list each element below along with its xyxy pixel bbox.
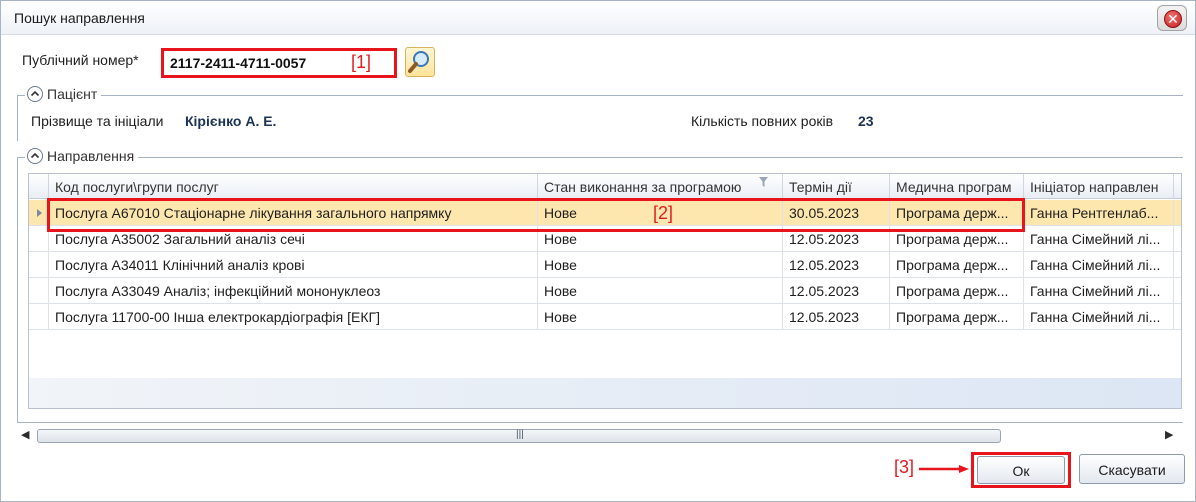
current-row-icon bbox=[37, 209, 42, 217]
cell-code: Послуга A33049 Аналіз; інфекційний монон… bbox=[49, 278, 538, 304]
cell-program: Програма держ... bbox=[890, 200, 1024, 226]
referrals-group-caption: Направлення bbox=[47, 148, 135, 164]
row-indicator[interactable] bbox=[29, 304, 49, 330]
title-bar: Пошук направлення ✕ bbox=[1, 1, 1195, 35]
header-indicator-cell bbox=[29, 174, 49, 199]
window-title: Пошук направлення bbox=[14, 10, 145, 26]
close-icon: ✕ bbox=[1164, 10, 1182, 28]
scroll-right-icon[interactable]: ▶ bbox=[1165, 428, 1173, 441]
cancel-button[interactable]: Скасувати bbox=[1079, 454, 1185, 484]
scroll-thumb[interactable]: ||| bbox=[37, 429, 1001, 443]
scroll-grip-icon: ||| bbox=[516, 429, 524, 440]
dialog-window: Пошук направлення ✕ Публічний номер* [1]… bbox=[0, 0, 1196, 502]
scroll-left-icon[interactable]: ◀ bbox=[21, 428, 29, 441]
referrals-group-border-bottom bbox=[17, 422, 1183, 423]
cell-code: Послуга A35002 Загальний аналіз сечі bbox=[49, 226, 538, 252]
row-indicator[interactable] bbox=[29, 278, 49, 304]
referrals-group-border-left bbox=[17, 157, 18, 423]
referrals-group-header[interactable]: Направлення bbox=[25, 148, 139, 164]
cell-status: Нове bbox=[538, 226, 783, 252]
horizontal-scrollbar[interactable]: ◀ ||| ▶ bbox=[19, 427, 1179, 445]
collapse-icon[interactable] bbox=[27, 148, 43, 164]
column-header-status-label: Стан виконання за програмою bbox=[544, 179, 742, 195]
cell-program: Програма держ... bbox=[890, 304, 1024, 330]
table-row[interactable]: Послуга A35002 Загальний аналіз сечі Нове… bbox=[29, 226, 1181, 252]
cell-initiator: Ганна Сімейний лі... bbox=[1024, 278, 1174, 304]
row-indicator[interactable] bbox=[29, 226, 49, 252]
column-header-valid[interactable]: Термін дії bbox=[783, 174, 890, 199]
cell-program: Програма держ... bbox=[890, 252, 1024, 278]
cell-code: Послуга A67010 Стаціонарне лікування заг… bbox=[49, 200, 538, 226]
annotation-marker-3: [3] bbox=[894, 457, 915, 477]
patient-group-caption: Пацієнт bbox=[47, 86, 98, 102]
row-indicator[interactable] bbox=[29, 200, 49, 226]
table-row[interactable]: Послуга A33049 Аналіз; інфекційний монон… bbox=[29, 278, 1181, 304]
cell-program: Програма держ... bbox=[890, 278, 1024, 304]
grid-header: Код послуги\групи послуг Стан виконання … bbox=[29, 174, 1181, 199]
patient-name-label: Прізвище та ініціали bbox=[31, 113, 164, 129]
cell-initiator: Ганна Сімейний лі... bbox=[1024, 304, 1174, 330]
cell-status: Нове bbox=[538, 252, 783, 278]
patient-age-label: Кількість повних років bbox=[691, 113, 834, 129]
cell-status: Нове bbox=[538, 304, 783, 330]
annotation-arrow-icon bbox=[919, 465, 969, 473]
grid-footer bbox=[29, 378, 1181, 408]
patient-group-border-left bbox=[17, 95, 18, 141]
table-row[interactable]: Послуга A34011 Клінічний аналіз крові Нов… bbox=[29, 252, 1181, 278]
collapse-icon[interactable] bbox=[27, 86, 43, 102]
cell-initiator: Ганна Рентгенлаб... bbox=[1024, 200, 1174, 226]
patient-age-value: 23 bbox=[858, 113, 874, 129]
table-row[interactable]: Послуга 11700-00 Інша електрокардіографі… bbox=[29, 304, 1181, 330]
row-indicator[interactable] bbox=[29, 252, 49, 278]
column-header-program[interactable]: Медична програм bbox=[890, 174, 1024, 199]
public-number-label: Публічний номер* bbox=[22, 52, 139, 68]
close-button[interactable]: ✕ bbox=[1157, 5, 1187, 31]
ok-button[interactable]: Ок bbox=[977, 456, 1065, 484]
column-header-status[interactable]: Стан виконання за програмою bbox=[538, 174, 783, 199]
filter-icon[interactable] bbox=[759, 177, 768, 188]
cell-valid: 12.05.2023 bbox=[783, 278, 890, 304]
column-header-code[interactable]: Код послуги\групи послуг bbox=[49, 174, 538, 199]
patient-name-value: Кірієнко А. Е. bbox=[185, 113, 277, 129]
cell-initiator: Ганна Сімейний лі... bbox=[1024, 252, 1174, 278]
cell-code: Послуга 11700-00 Інша електрокардіографі… bbox=[49, 304, 538, 330]
search-button[interactable] bbox=[405, 47, 435, 77]
patient-group-border-top bbox=[17, 95, 1183, 96]
cell-code: Послуга A34011 Клінічний аналіз крові bbox=[49, 252, 538, 278]
cell-program: Програма держ... bbox=[890, 226, 1024, 252]
annotation-marker-2: [2] bbox=[653, 203, 674, 223]
column-header-initiator[interactable]: Ініціатор направлен bbox=[1024, 174, 1174, 199]
cell-initiator: Ганна Сімейний лі... bbox=[1024, 226, 1174, 252]
referrals-grid: Код послуги\групи послуг Стан виконання … bbox=[28, 173, 1182, 409]
cell-valid: 12.05.2023 bbox=[783, 252, 890, 278]
cell-valid: 30.05.2023 bbox=[783, 200, 890, 226]
table-row[interactable]: Послуга A67010 Стаціонарне лікування заг… bbox=[29, 200, 1181, 226]
referrals-group-border-top bbox=[17, 157, 1183, 158]
cell-status: Нове bbox=[538, 278, 783, 304]
cell-valid: 12.05.2023 bbox=[783, 304, 890, 330]
cell-valid: 12.05.2023 bbox=[783, 226, 890, 252]
annotation-marker-1: [1] bbox=[351, 52, 372, 72]
magnifier-icon bbox=[408, 51, 429, 73]
patient-group-header[interactable]: Пацієнт bbox=[25, 86, 102, 102]
